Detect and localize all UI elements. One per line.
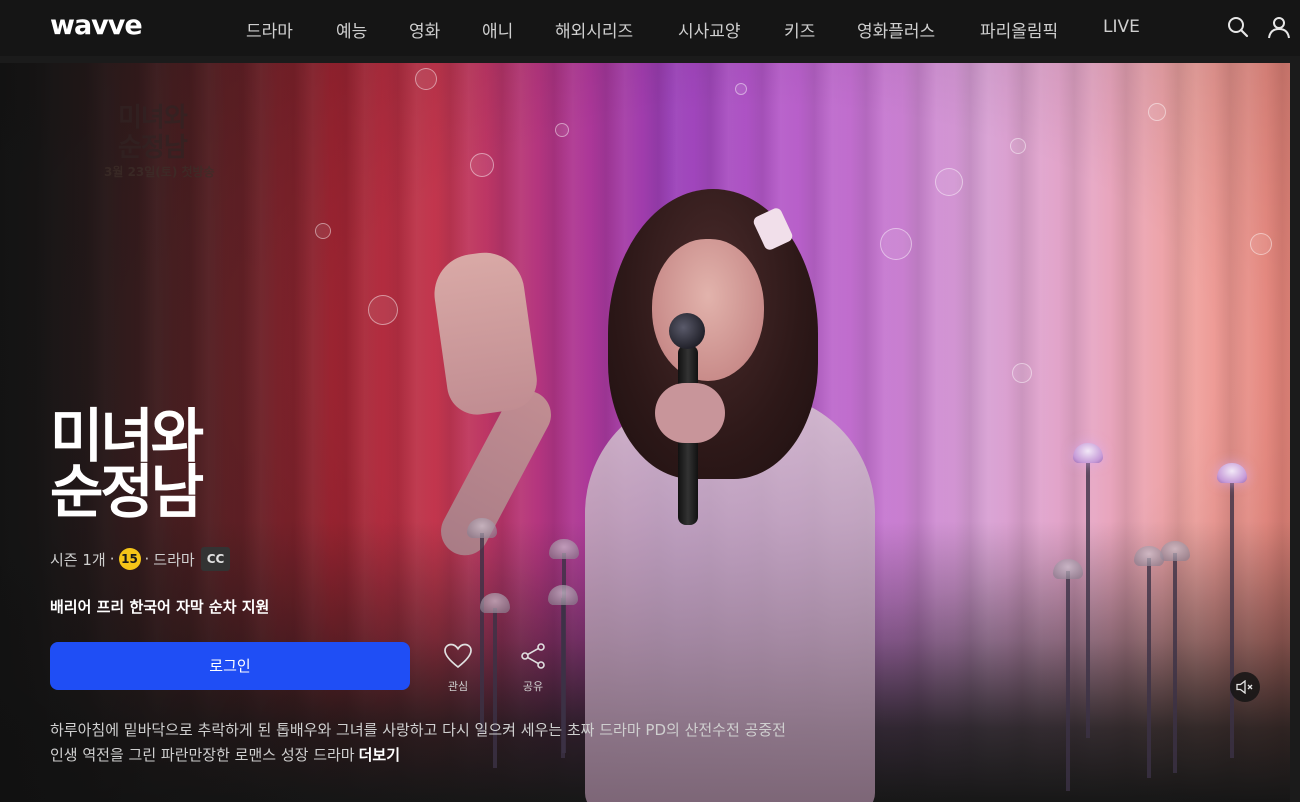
share-label: 공유 <box>522 680 544 693</box>
content-meta: 시즌 1개 · 15 · 드라마 CC <box>50 546 231 572</box>
stage-lamp-stand <box>1086 458 1090 738</box>
nav-item-live[interactable]: LIVE <box>1103 17 1140 37</box>
bubble <box>935 168 963 196</box>
stage-lamp-stand <box>480 533 484 733</box>
stage-lamp <box>1134 546 1164 566</box>
bubble <box>415 68 437 90</box>
poster-title-watermark: 미녀와 순정남 <box>118 103 188 163</box>
meta-separator: · <box>144 550 150 568</box>
title-logo-line2: 순정남 <box>50 458 204 526</box>
cc-badge: CC <box>200 547 231 571</box>
nav-item-foreign-series[interactable]: 해외시리즈 <box>555 17 633 42</box>
stage-lamp <box>549 539 579 559</box>
poster-date: 3월 23일(토) 첫방송 <box>104 165 215 179</box>
bubble <box>1012 363 1032 383</box>
stage-lamp-stand <box>1147 558 1151 778</box>
nav-item-movie[interactable]: 영화 <box>409 17 440 42</box>
mute-icon <box>1236 680 1253 694</box>
stage-lamp <box>1160 541 1190 561</box>
share-icon <box>521 643 545 669</box>
share-button[interactable]: 공유 <box>508 642 558 694</box>
barrier-free-notice: 배리어 프리 한국어 자막 순차 지원 <box>50 598 270 616</box>
genre-label: 드라마 <box>153 550 195 569</box>
bubble <box>555 123 569 137</box>
poster-title: 미녀와 순정남 <box>118 103 188 163</box>
top-header: wavve 드라마 예능 영화 애니 해외시리즈 시사교양 키즈 영화플러스 파… <box>0 0 1300 56</box>
bubble <box>1010 138 1026 154</box>
page: wavve 드라마 예능 영화 애니 해외시리즈 시사교양 키즈 영화플러스 파… <box>0 0 1300 802</box>
user-icon[interactable] <box>1266 14 1292 40</box>
singer-mic-hand <box>655 383 725 443</box>
bubble <box>1250 233 1272 255</box>
stage-lamp-stand <box>1066 571 1070 791</box>
description-line2-wrap: 인생 역전을 그린 파란만장한 로맨스 성장 드라마 더보기 <box>50 743 850 768</box>
heart-icon <box>444 643 472 669</box>
stage-lamp <box>1053 559 1083 579</box>
stage-lamp-stand <box>1173 553 1177 773</box>
bubble <box>735 83 747 95</box>
singer-face <box>652 239 764 381</box>
nav-item-current-affairs[interactable]: 시사교양 <box>678 17 741 42</box>
nav-item-paris-olympics[interactable]: 파리올림픽 <box>980 17 1058 42</box>
favorite-button[interactable]: 관심 <box>433 642 483 694</box>
bubble <box>470 153 494 177</box>
microphone-head <box>669 313 705 349</box>
nav-item-variety[interactable]: 예능 <box>336 17 367 42</box>
bubble <box>880 228 912 260</box>
stage-lamp <box>480 593 510 613</box>
title-logo-line1: 미녀와 <box>50 402 204 470</box>
season-count: 시즌 1개 <box>50 550 106 569</box>
bubble <box>368 295 398 325</box>
age-rating-badge: 15 <box>118 548 141 570</box>
nav-item-kids[interactable]: 키즈 <box>784 17 815 42</box>
stage-lamp <box>1217 463 1247 483</box>
right-edge <box>1290 63 1300 802</box>
stage-lamp-stand <box>1230 478 1234 758</box>
nav-item-movie-plus[interactable]: 영화플러스 <box>857 17 935 42</box>
description: 하루아침에 밑바닥으로 추락하게 된 톱배우와 그녀를 사랑하고 다시 일으켜 … <box>50 718 850 768</box>
description-line1: 하루아침에 밑바닥으로 추락하게 된 톱배우와 그녀를 사랑하고 다시 일으켜 … <box>50 721 786 739</box>
mute-button[interactable] <box>1230 672 1260 702</box>
title-logo: 미녀와 순정남 <box>50 402 270 526</box>
wavve-logo[interactable]: wavve <box>50 10 143 41</box>
nav-item-drama[interactable]: 드라마 <box>246 17 293 42</box>
search-icon[interactable] <box>1225 14 1251 40</box>
stage-lamp <box>1073 443 1103 463</box>
meta-separator: · <box>109 550 115 568</box>
bubble <box>315 223 331 239</box>
bubble <box>1148 103 1166 121</box>
nav-item-anime[interactable]: 애니 <box>482 17 513 42</box>
more-button[interactable]: 더보기 <box>359 746 400 764</box>
login-button[interactable]: 로그인 <box>50 642 410 690</box>
favorite-label: 관심 <box>447 680 469 693</box>
stage-lamp <box>467 518 497 538</box>
description-line2: 인생 역전을 그린 파란만장한 로맨스 성장 드라마 <box>50 746 355 764</box>
stage-lamp <box>548 585 578 605</box>
